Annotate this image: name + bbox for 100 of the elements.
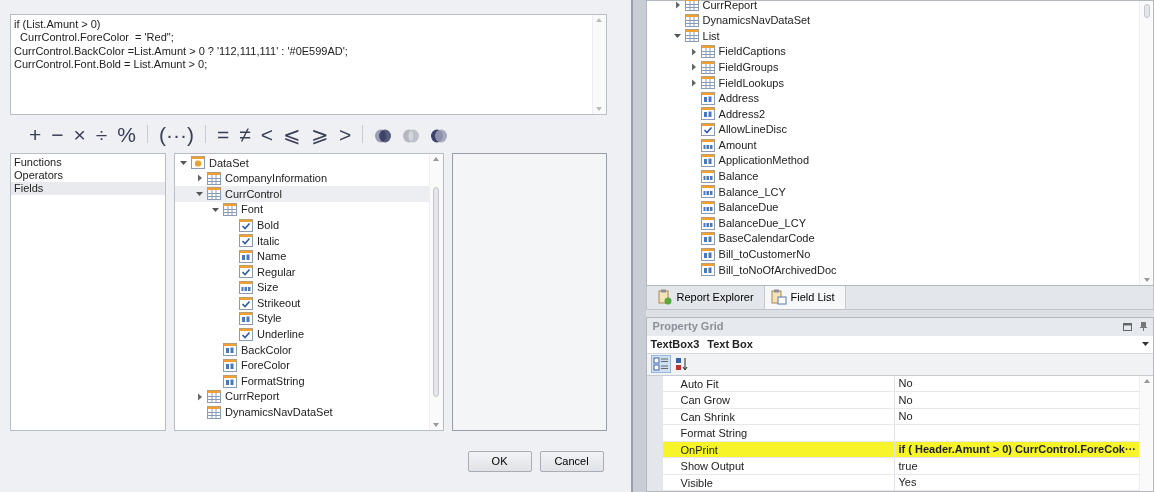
tree-row[interactable]: Strikeout (175, 295, 429, 311)
tree-row[interactable]: DynamicsNavDataSet (175, 404, 429, 421)
field-label: AllowLineDisc (718, 122, 788, 138)
tree-row[interactable]: ForeColor (175, 357, 429, 374)
tree-row[interactable]: Address (652, 90, 1139, 107)
tree-row[interactable]: CurrReport (652, 0, 1139, 13)
tree-row[interactable]: BalanceDue_LCY (652, 215, 1139, 231)
field-label: Address2 (718, 106, 766, 122)
scroll-down-icon[interactable] (433, 423, 440, 427)
tree-row[interactable]: Bill_toCustomerNo (652, 246, 1139, 263)
object-selector[interactable]: TextBox3 Text Box (646, 335, 1153, 354)
tree-row[interactable]: Bold (175, 217, 429, 233)
database-icon (191, 156, 205, 170)
table-icon (207, 405, 221, 419)
table-icon (207, 187, 221, 201)
tree-row[interactable]: BaseCalendarCode (652, 230, 1139, 247)
field-label: Balance (718, 169, 759, 185)
property-name: Can Shrink (662, 408, 895, 424)
panel-tab[interactable]: Field List (763, 285, 846, 309)
maximize-icon[interactable] (1123, 322, 1132, 331)
operator-button[interactable]: − (46, 123, 69, 145)
table-icon (223, 203, 237, 217)
dialog-button[interactable]: Cancel (539, 451, 604, 472)
scrollbar[interactable] (1139, 1, 1153, 285)
ellipsis-button[interactable]: ··· (1125, 441, 1139, 458)
operator-button[interactable]: > (334, 123, 357, 145)
scrollbar[interactable] (1139, 375, 1153, 491)
code-line: CurrControl.Font.Bold = List.Amunt > 0; (14, 58, 209, 72)
table-icon (700, 76, 715, 90)
tree-row[interactable]: Name (175, 248, 429, 265)
property-value[interactable]: true (894, 458, 1139, 474)
tree-row[interactable]: BackColor (175, 342, 429, 358)
tree-row[interactable]: Address2 (652, 106, 1139, 122)
tree-row[interactable]: FormatString (175, 373, 429, 389)
tree-row[interactable]: BalanceDue (652, 199, 1139, 216)
tree-row[interactable]: FieldLookups (652, 74, 1139, 91)
text-field-icon (700, 107, 715, 121)
tree-row[interactable]: ApplicationMethod (652, 152, 1139, 169)
operator-button[interactable]: % (112, 123, 141, 145)
tree-row[interactable]: Style (175, 310, 429, 327)
number-field-icon (700, 201, 715, 214)
tree-row[interactable]: DataSet (175, 155, 429, 171)
pin-icon[interactable] (1140, 322, 1147, 331)
tree-row[interactable]: Size (175, 279, 429, 296)
field-label: CurrReport (702, 0, 757, 13)
tree-row[interactable]: AllowLineDisc (652, 121, 1139, 138)
tree-row[interactable]: Italic (175, 232, 429, 249)
code-line: CurrControl.BackColor =List.Amunt > 0 ? '112,111,111' : '#0E599AD'; (14, 44, 349, 59)
panel-tab[interactable]: Report Explorer (650, 285, 764, 309)
property-value[interactable]: No (894, 392, 1139, 408)
scroll-thumb[interactable] (433, 187, 440, 397)
dialog-button[interactable]: OK (467, 451, 532, 472)
operator-button[interactable]: ⩽ (278, 123, 307, 145)
property-value[interactable]: No (894, 408, 1139, 424)
tree-row[interactable]: Amount (652, 137, 1139, 153)
tree-row[interactable]: FieldCaptions (652, 43, 1139, 60)
tree-row[interactable]: Bill_toNoOfArchivedDoc (652, 262, 1139, 278)
operator-button[interactable]: ÷ (90, 123, 113, 145)
text-field-icon (239, 249, 253, 263)
sort-alphabetical-button[interactable] (673, 356, 690, 372)
field-label: Style (257, 311, 282, 327)
text-field-icon (223, 359, 237, 372)
tree-row[interactable]: CompanyInformation (175, 170, 429, 187)
tree-row[interactable]: DynamicsNavDataSet (652, 12, 1139, 29)
tree-row[interactable]: Balance_LCY (652, 184, 1139, 200)
tree-row[interactable]: FieldGroups (652, 59, 1139, 75)
operator-button[interactable]: + (24, 123, 47, 145)
tree-row[interactable]: CurrReport (175, 388, 429, 405)
operator-button[interactable]: ⩾ (306, 123, 335, 145)
caret-icon[interactable] (1142, 342, 1149, 346)
scrollbar[interactable] (428, 154, 443, 430)
scroll-up-icon[interactable] (1143, 378, 1150, 383)
code-line: CurrControl.ForeColor = 'Red"; (19, 31, 175, 45)
text-field-icon (239, 312, 253, 326)
category-item[interactable]: Fields (11, 182, 165, 195)
tree-row[interactable]: Balance (652, 168, 1139, 185)
scroll-thumb[interactable] (1143, 4, 1150, 18)
field-label: Amount (718, 137, 757, 153)
field-label: Bill_toCustomerNo (718, 247, 811, 263)
field-label: BalanceDue_LCY (718, 215, 806, 231)
tree-row[interactable]: Regular (175, 264, 429, 280)
field-label: FormatString (241, 373, 305, 389)
text-field-icon (700, 232, 715, 246)
tree-row[interactable]: Underline (175, 326, 429, 343)
operator-button[interactable]: ≠ (234, 123, 256, 145)
expression-editor[interactable]: if (List.Amunt > 0) CurrControl.ForeColor = 'Red"; CurrControl.BackColor =List.Amunt > 0 ? '112,111,111' : '#0E599AD'; CurrControl.Font.Bold = List.Amunt > 0; (10, 14, 607, 115)
property-value[interactable]: No (894, 375, 1139, 391)
operator-button[interactable]: (···) (154, 123, 199, 145)
categorized-view-button[interactable] (650, 355, 671, 373)
operator-button[interactable]: = (212, 123, 235, 145)
category-item[interactable]: Operators (11, 169, 165, 182)
tree-row[interactable]: CurrControl (175, 186, 429, 202)
operator-button[interactable]: × (68, 123, 91, 145)
operator-button[interactable]: < (255, 123, 279, 145)
tree-row[interactable]: List (652, 28, 1139, 44)
scroll-up-icon[interactable] (433, 157, 440, 161)
category-item[interactable]: Functions (11, 156, 165, 169)
tree-row[interactable]: Font (175, 201, 429, 218)
scroll-down-icon[interactable] (1143, 277, 1150, 282)
property-value[interactable]: Yes (894, 474, 1139, 490)
